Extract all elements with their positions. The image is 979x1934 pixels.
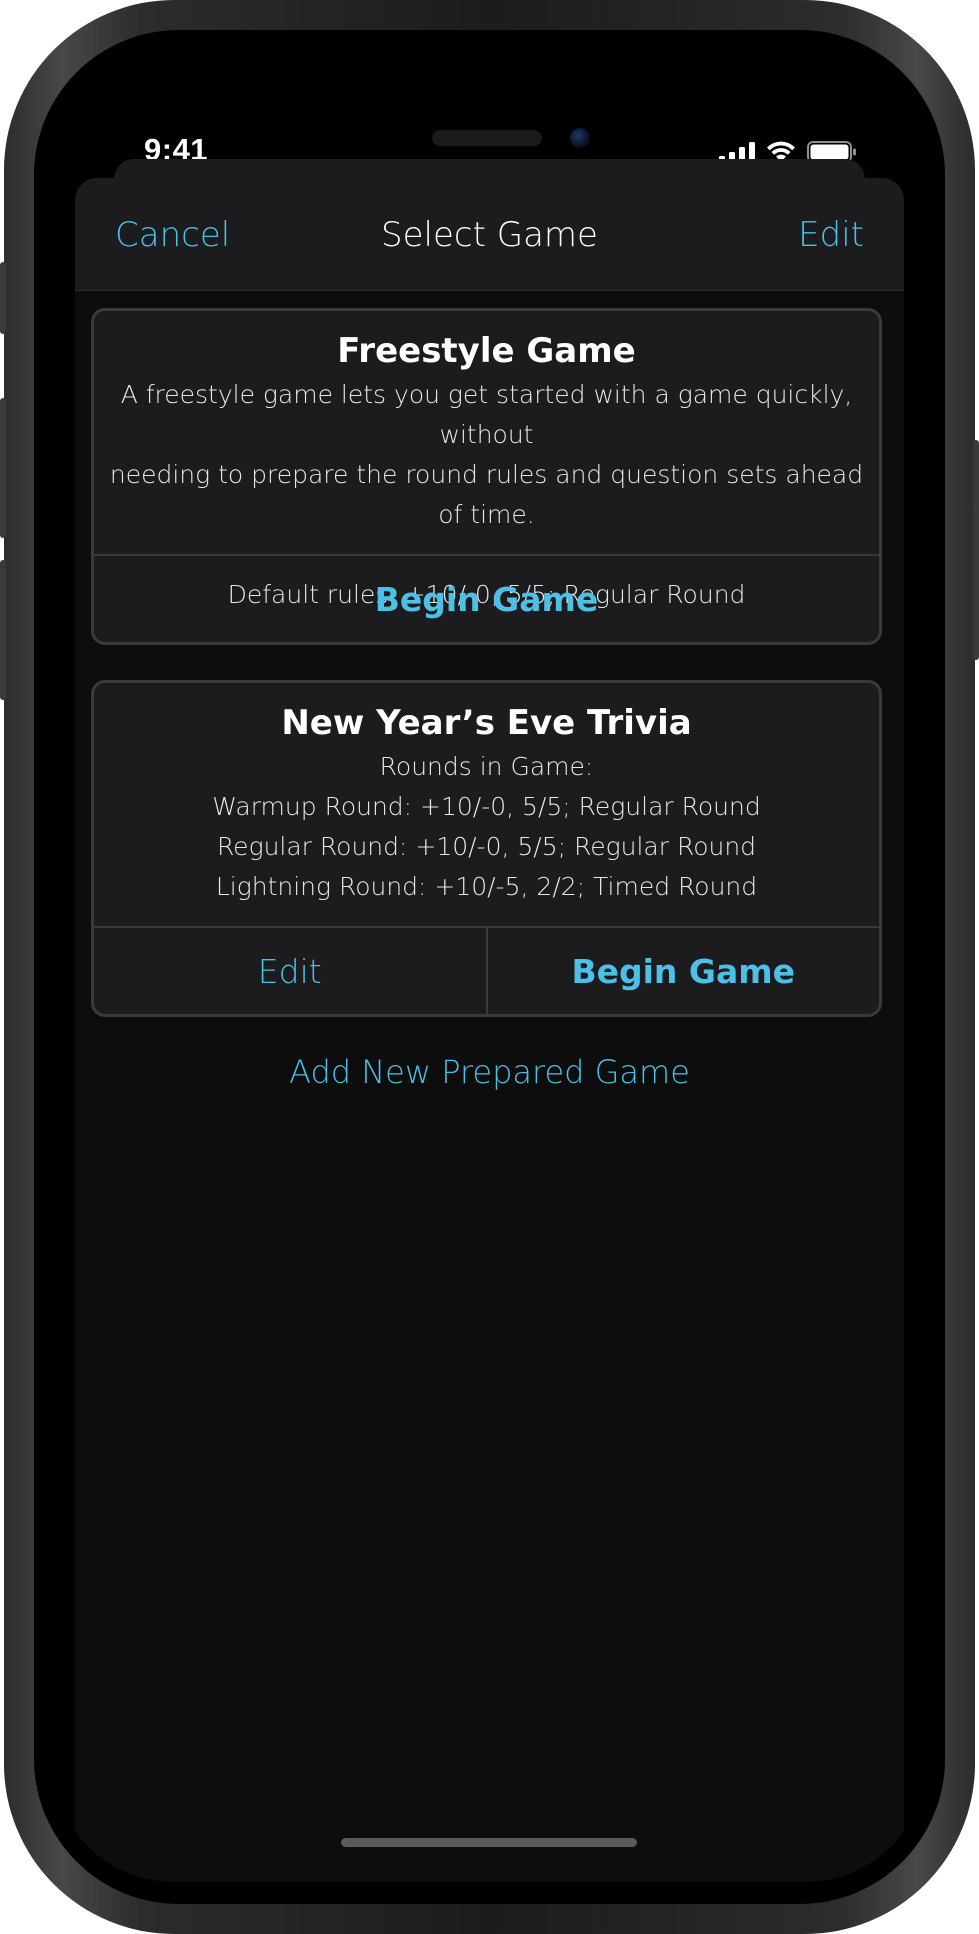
front-camera bbox=[570, 128, 590, 148]
round-item: Lightning Round: +10/-5, 2/2; Timed Roun… bbox=[215, 872, 758, 901]
prepared-card-actions: Edit Begin Game bbox=[94, 926, 879, 1014]
freestyle-description-line-1: A freestyle game lets you get started wi… bbox=[120, 380, 853, 449]
home-indicator[interactable] bbox=[341, 1838, 637, 1847]
edit-button[interactable]: Edit bbox=[798, 215, 864, 255]
prepared-game-card: New Year’s Eve Trivia Rounds in Game: Wa… bbox=[91, 680, 882, 1017]
rounds-heading: Rounds in Game: bbox=[379, 752, 594, 781]
power-button bbox=[973, 440, 979, 660]
prepared-edit-button[interactable]: Edit bbox=[94, 928, 486, 1014]
freestyle-game-card: Freestyle Game A freestyle game lets you… bbox=[91, 308, 882, 645]
navigation-bar: Cancel Select Game Edit bbox=[75, 178, 904, 291]
prepared-card-title: New Year’s Eve Trivia bbox=[281, 703, 692, 743]
prepared-card-body: New Year’s Eve Trivia Rounds in Game: Wa… bbox=[94, 683, 879, 907]
select-game-sheet: Cancel Select Game Edit Freestyle Game A… bbox=[75, 178, 904, 1882]
freestyle-description-line-2: needing to prepare the round rules and q… bbox=[109, 460, 864, 529]
freestyle-card-actions: Begin Game bbox=[94, 554, 879, 642]
round-item: Regular Round: +10/-0, 5/5; Regular Roun… bbox=[216, 832, 757, 861]
page-title: Select Game bbox=[381, 215, 598, 255]
screen: 9:41 Cancel Select Game Edit Freestyle G… bbox=[52, 52, 927, 1882]
volume-up-button bbox=[0, 398, 6, 538]
round-item: Warmup Round: +10/-0, 5/5; Regular Round bbox=[212, 792, 761, 821]
freestyle-begin-game-button[interactable]: Begin Game bbox=[94, 556, 879, 642]
prepared-begin-game-button[interactable]: Begin Game bbox=[485, 928, 880, 1014]
speaker-grille bbox=[432, 130, 542, 146]
status-bar: 9:41 bbox=[52, 52, 927, 172]
add-new-prepared-game-button[interactable]: Add New Prepared Game bbox=[75, 1050, 904, 1094]
side-button bbox=[0, 262, 6, 334]
freestyle-card-title: Freestyle Game bbox=[337, 331, 636, 371]
volume-down-button bbox=[0, 560, 6, 700]
